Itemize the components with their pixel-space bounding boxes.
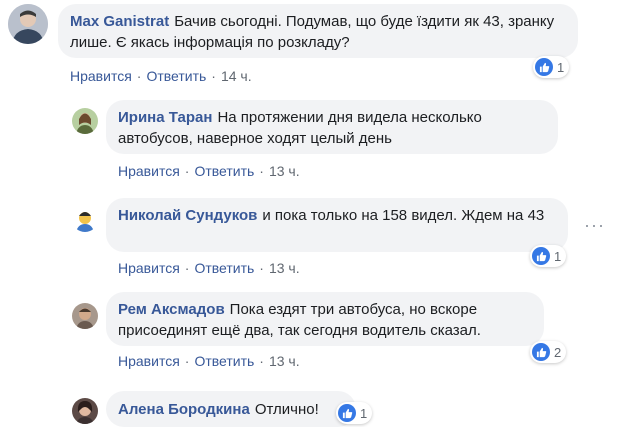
avatar[interactable]	[8, 4, 48, 44]
comment-bubble: Max Ganistrat Бачив сьогодні. Подумав, що…	[58, 4, 578, 58]
user-avatar-icon	[72, 303, 98, 329]
comment-text: Отлично!	[254, 401, 319, 418]
reaction-number: 1	[557, 59, 565, 75]
like-link[interactable]: Нравится	[118, 260, 180, 276]
like-link[interactable]: Нравится	[70, 68, 132, 84]
like-link[interactable]: Нравится	[118, 163, 180, 179]
comment-time[interactable]: 13 ч.	[269, 353, 300, 369]
avatar[interactable]	[72, 108, 98, 134]
comment-time[interactable]: 13 ч.	[269, 260, 300, 276]
like-icon	[535, 58, 553, 76]
like-icon	[338, 404, 356, 422]
reply-link[interactable]: Ответить	[146, 68, 206, 84]
comment-author[interactable]: Ирина Таран	[118, 109, 212, 126]
comment-author[interactable]: Max Ganistrat	[70, 13, 169, 30]
comment-bubble: Рем Аксмадов Пока ездят три автобуса, но …	[106, 292, 544, 346]
separator: ·	[259, 260, 264, 276]
comment-time[interactable]: 14 ч.	[221, 68, 252, 84]
comment-actions: Нравится · Ответить · 13 ч.	[118, 163, 300, 179]
separator: ·	[259, 163, 264, 179]
reaction-number: 2	[554, 344, 562, 360]
comment-time[interactable]: 13 ч.	[269, 163, 300, 179]
like-icon	[532, 343, 550, 361]
like-link[interactable]: Нравится	[118, 353, 180, 369]
reaction-count[interactable]: 1	[533, 56, 570, 78]
comment-actions: Нравится · Ответить · 14 ч.	[70, 68, 252, 84]
separator: ·	[184, 260, 190, 276]
separator: ·	[184, 353, 190, 369]
comment-author[interactable]: Николай Сундуков	[118, 207, 257, 224]
separator: ·	[211, 68, 216, 84]
separator: ·	[259, 353, 264, 369]
reaction-count[interactable]: 1	[530, 245, 567, 267]
user-avatar-icon	[72, 398, 98, 424]
reaction-count[interactable]: 1	[336, 402, 373, 424]
comment-bubble: Николай Сундуков и пока только на 158 вид…	[106, 198, 568, 252]
separator: ·	[136, 68, 142, 84]
user-avatar-icon	[72, 108, 98, 134]
user-avatar-icon	[72, 206, 98, 232]
user-avatar-icon	[8, 4, 48, 44]
comment-bubble: Ирина Таран На протяжении дня видела неск…	[106, 100, 558, 154]
avatar[interactable]	[72, 206, 98, 232]
comment-text: и пока только на 158 видел. Ждем на 43	[262, 207, 545, 224]
comment-actions: Нравится · Ответить · 13 ч.	[118, 260, 300, 276]
reply-link[interactable]: Ответить	[194, 163, 254, 179]
comment-actions: Нравится · Ответить · 13 ч.	[118, 353, 300, 369]
reply-link[interactable]: Ответить	[194, 260, 254, 276]
reaction-number: 1	[554, 248, 562, 264]
comment-author[interactable]: Алена Бородкина	[118, 401, 250, 418]
like-icon	[532, 247, 550, 265]
separator: ·	[184, 163, 190, 179]
more-options-icon[interactable]: ···	[584, 216, 605, 234]
avatar[interactable]	[72, 398, 98, 424]
reply-link[interactable]: Ответить	[194, 353, 254, 369]
comment-author[interactable]: Рем Аксмадов	[118, 301, 225, 318]
reaction-count[interactable]: 2	[530, 341, 567, 363]
reaction-number: 1	[360, 405, 368, 421]
avatar[interactable]	[72, 303, 98, 329]
comment-bubble: Алена Бородкина Отлично!	[106, 391, 356, 427]
